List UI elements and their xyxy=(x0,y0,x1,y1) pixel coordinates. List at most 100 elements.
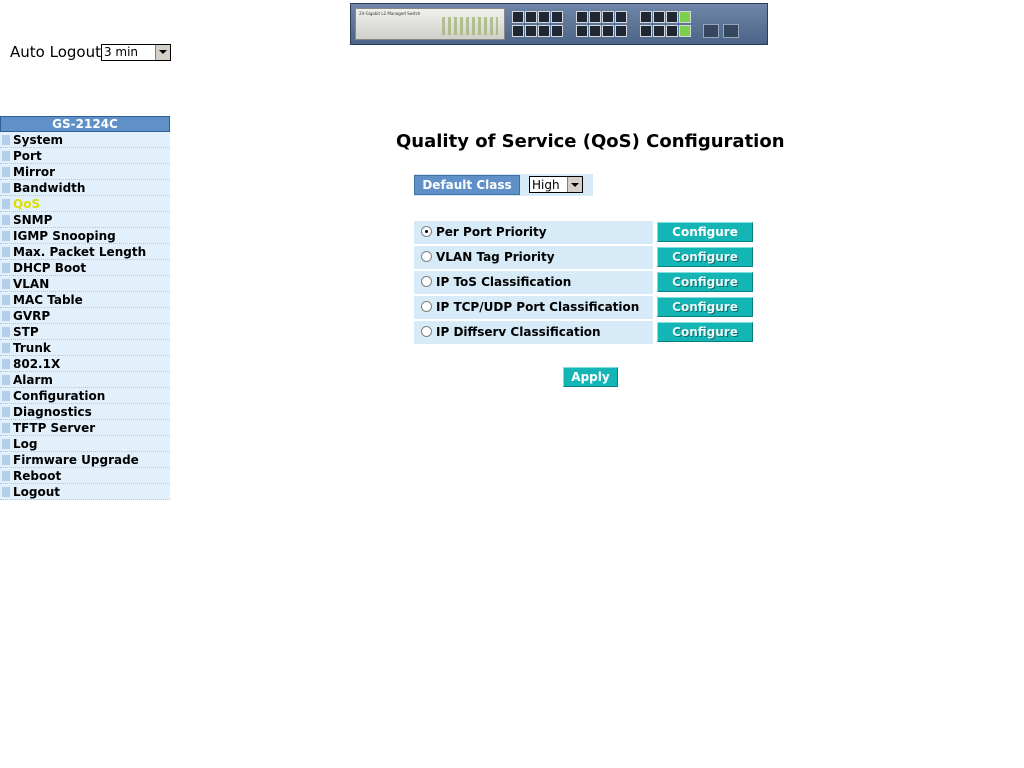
bullet-icon xyxy=(2,199,10,209)
sidebar-item-label: GVRP xyxy=(13,309,51,323)
auto-logout-select[interactable]: 3 min xyxy=(100,43,171,61)
sidebar-item-label: Alarm xyxy=(13,373,53,387)
bullet-icon xyxy=(2,183,10,193)
bullet-icon xyxy=(2,455,10,465)
configure-button[interactable]: Configure xyxy=(657,272,753,292)
bullet-icon xyxy=(2,231,10,241)
sidebar-item-bandwidth[interactable]: Bandwidth xyxy=(0,180,170,196)
sfp-slot xyxy=(723,24,739,38)
sidebar-item-label: Diagnostics xyxy=(13,405,92,419)
bullet-icon xyxy=(2,215,10,225)
bullet-icon xyxy=(2,151,10,161)
configure-button[interactable]: Configure xyxy=(657,297,753,317)
chevron-down-icon[interactable] xyxy=(154,44,170,60)
sidebar-item-qos[interactable]: QoS xyxy=(0,196,170,212)
qos-option-label: VLAN Tag Priority xyxy=(436,250,555,264)
qos-option-cell: Per Port Priority xyxy=(414,221,653,244)
bullet-icon xyxy=(2,327,10,337)
qos-option-radio[interactable] xyxy=(421,276,432,287)
qos-option-row: IP TCP/UDP Port Classification Configure xyxy=(414,296,754,321)
bullet-icon xyxy=(2,391,10,401)
sidebar-item-label: Logout xyxy=(13,485,61,499)
sidebar-item-label: SNMP xyxy=(13,213,53,227)
bullet-icon xyxy=(2,135,10,145)
sidebar-item-label: Reboot xyxy=(13,469,62,483)
sidebar-item-vlan[interactable]: VLAN xyxy=(0,276,170,292)
switch-banner-image: 24-Gigabit L2 Managed Switch xyxy=(350,3,768,45)
sidebar-item-label: Max. Packet Length xyxy=(13,245,147,259)
sidebar-item-label: Log xyxy=(13,437,38,451)
sidebar-title: GS-2124C xyxy=(0,116,170,132)
sidebar-item-label: Firmware Upgrade xyxy=(13,453,139,467)
sidebar-item-configuration[interactable]: Configuration xyxy=(0,388,170,404)
sidebar-item-reboot[interactable]: Reboot xyxy=(0,468,170,484)
bullet-icon xyxy=(2,279,10,289)
sidebar-item-label: DHCP Boot xyxy=(13,261,87,275)
qos-option-label: IP Diffserv Classification xyxy=(436,325,601,339)
sidebar-item-gvrp[interactable]: GVRP xyxy=(0,308,170,324)
bullet-icon xyxy=(2,311,10,321)
bullet-icon xyxy=(2,295,10,305)
sidebar-item-snmp[interactable]: SNMP xyxy=(0,212,170,228)
sidebar-item-mirror[interactable]: Mirror xyxy=(0,164,170,180)
sidebar-item-system[interactable]: System xyxy=(0,132,170,148)
sidebar-item-label: VLAN xyxy=(13,277,50,291)
sidebar-item-diagnostics[interactable]: Diagnostics xyxy=(0,404,170,420)
configure-button[interactable]: Configure xyxy=(657,322,753,342)
qos-mode-options: Per Port Priority Configure VLAN Tag Prior… xyxy=(414,221,754,346)
auto-logout: Auto Logout 3 min xyxy=(10,43,171,61)
default-class-select[interactable]: High xyxy=(529,176,583,193)
sidebar-item-firmware-upgrade[interactable]: Firmware Upgrade xyxy=(0,452,170,468)
page-title: Quality of Service (QoS) Configuration xyxy=(396,131,785,152)
sidebar-item-label: MAC Table xyxy=(13,293,83,307)
switch-leds xyxy=(442,17,498,35)
qos-option-cell: IP TCP/UDP Port Classification xyxy=(414,296,653,319)
qos-option-radio[interactable] xyxy=(421,326,432,337)
sidebar-item-alarm[interactable]: Alarm xyxy=(0,372,170,388)
sidebar-item-label: QoS xyxy=(13,197,41,211)
qos-option-row: VLAN Tag Priority Configure xyxy=(414,246,754,271)
qos-option-row: IP Diffserv Classification Configure xyxy=(414,321,754,346)
sidebar-item-igmp-snooping[interactable]: IGMP Snooping xyxy=(0,228,170,244)
sidebar-item-trunk[interactable]: Trunk xyxy=(0,340,170,356)
qos-option-row: IP ToS Classification Configure xyxy=(414,271,754,296)
sidebar-item-label: 802.1X xyxy=(13,357,61,371)
sidebar-item-label: Trunk xyxy=(13,341,51,355)
switch-front-panel: 24-Gigabit L2 Managed Switch xyxy=(355,8,505,40)
qos-option-label: IP ToS Classification xyxy=(436,275,572,289)
sidebar-item-label: IGMP Snooping xyxy=(13,229,116,243)
port-group-2 xyxy=(576,11,627,39)
sfp-slot xyxy=(703,24,719,38)
qos-option-cell: IP Diffserv Classification xyxy=(414,321,653,344)
qos-option-radio[interactable] xyxy=(421,226,432,237)
qos-option-radio[interactable] xyxy=(421,301,432,312)
port-group-3 xyxy=(640,11,691,39)
sidebar-item-port[interactable]: Port xyxy=(0,148,170,164)
sidebar-item-max-packet-length[interactable]: Max. Packet Length xyxy=(0,244,170,260)
banner-model-text: 24-Gigabit L2 Managed Switch xyxy=(359,11,421,16)
default-class-label: Default Class xyxy=(414,175,520,195)
qos-option-label: IP TCP/UDP Port Classification xyxy=(436,300,640,314)
bullet-icon xyxy=(2,471,10,481)
qos-option-cell: IP ToS Classification xyxy=(414,271,653,294)
qos-option-label: Per Port Priority xyxy=(436,225,547,239)
apply-button[interactable]: Apply xyxy=(563,367,618,387)
qos-option-radio[interactable] xyxy=(421,251,432,262)
bullet-icon xyxy=(2,167,10,177)
configure-button[interactable]: Configure xyxy=(657,222,753,242)
configure-button[interactable]: Configure xyxy=(657,247,753,267)
sidebar-item-dhcp-boot[interactable]: DHCP Boot xyxy=(0,260,170,276)
default-class-row: Default Class High xyxy=(414,174,593,196)
sidebar-item-log[interactable]: Log xyxy=(0,436,170,452)
sidebar-item-mac-table[interactable]: MAC Table xyxy=(0,292,170,308)
sidebar-item-logout[interactable]: Logout xyxy=(0,484,170,500)
sidebar-item-802-1x[interactable]: 802.1X xyxy=(0,356,170,372)
bullet-icon xyxy=(2,359,10,369)
sidebar-item-label: STP xyxy=(13,325,39,339)
bullet-icon xyxy=(2,343,10,353)
sidebar-item-tftp-server[interactable]: TFTP Server xyxy=(0,420,170,436)
sidebar-item-stp[interactable]: STP xyxy=(0,324,170,340)
bullet-icon xyxy=(2,423,10,433)
sidebar-item-label: Port xyxy=(13,149,42,163)
chevron-down-icon[interactable] xyxy=(567,177,582,192)
